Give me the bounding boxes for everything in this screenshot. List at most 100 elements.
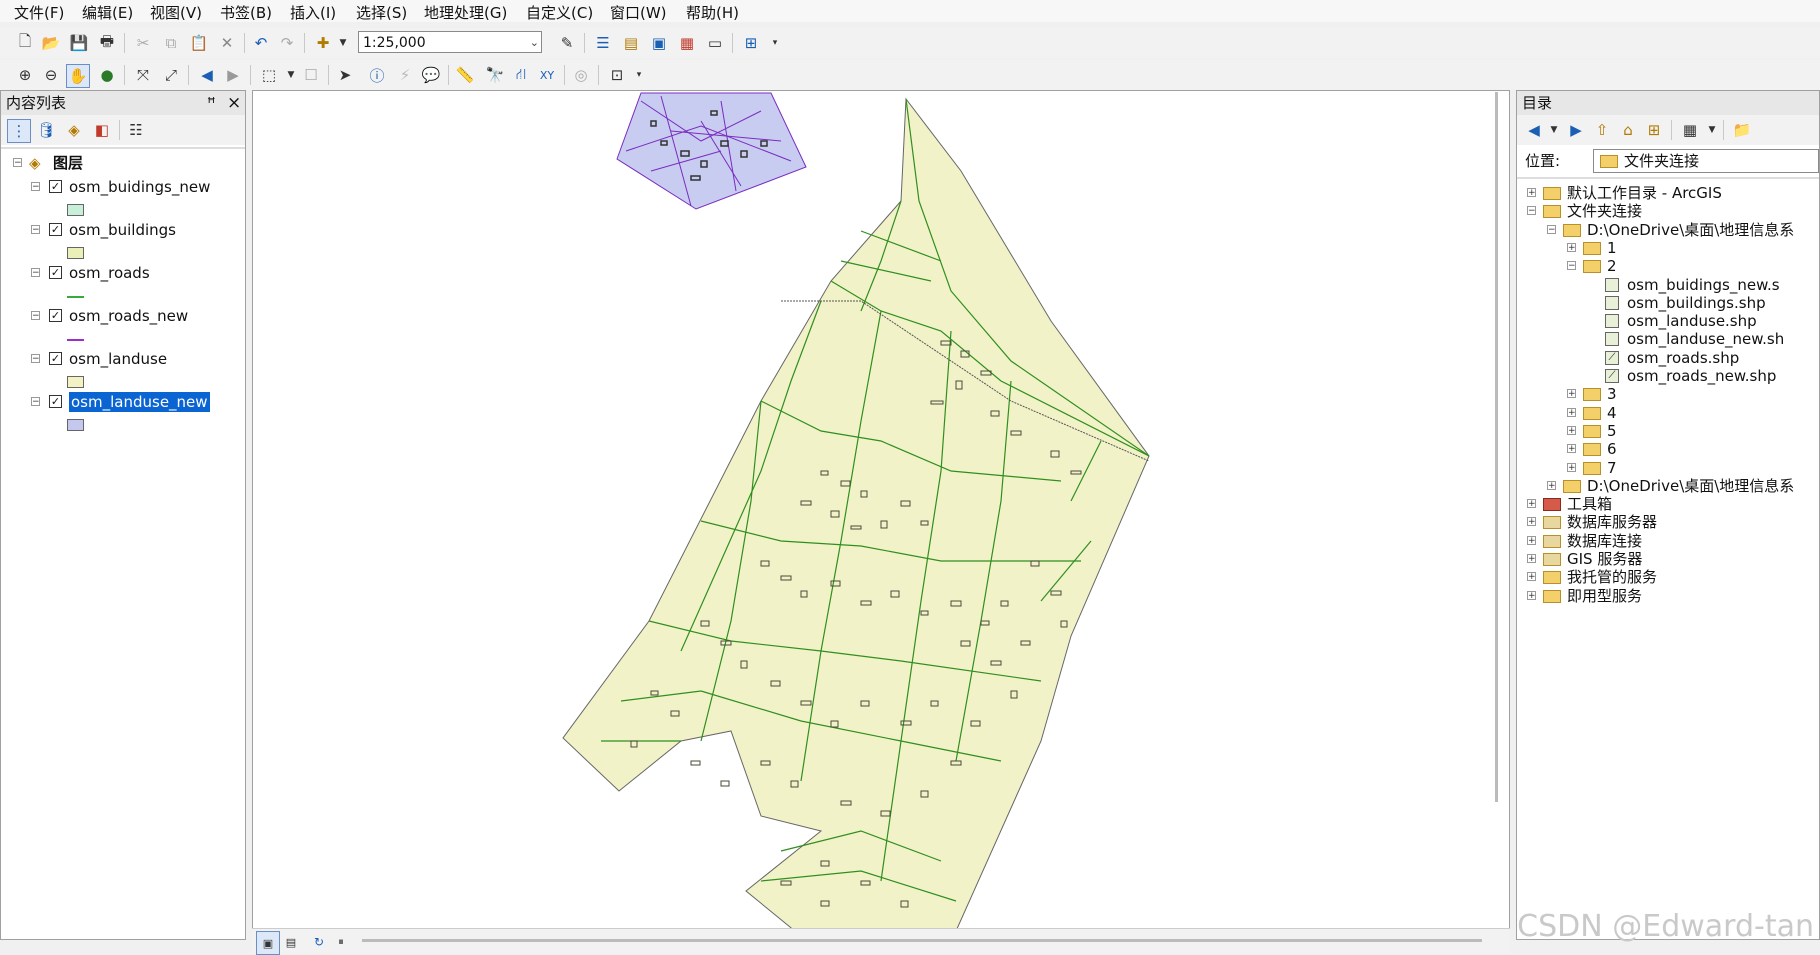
- collapse-icon[interactable]: −: [31, 182, 40, 192]
- layer-visibility-checkbox[interactable]: ✓: [49, 309, 62, 322]
- clear-selection-icon[interactable]: ☐: [300, 64, 322, 86]
- add-data-dropdown-icon[interactable]: ▼: [332, 32, 354, 54]
- expand-icon[interactable]: +: [1527, 517, 1536, 527]
- back-dropdown-icon[interactable]: ▼: [1543, 119, 1565, 141]
- list-by-drawing-order-icon[interactable]: ⋮: [7, 119, 31, 143]
- collapse-icon[interactable]: −: [31, 311, 40, 321]
- connect-folder-icon[interactable]: ⊞: [1643, 119, 1665, 141]
- expand-icon[interactable]: +: [1527, 188, 1536, 198]
- up-one-level-icon[interactable]: ⇧: [1591, 119, 1613, 141]
- select-features-icon[interactable]: ⬚: [258, 64, 280, 86]
- undo-icon[interactable]: ↶: [250, 32, 272, 54]
- save-icon[interactable]: 💾: [68, 32, 90, 54]
- layer-symbol[interactable]: [67, 419, 84, 431]
- layer-symbol[interactable]: [67, 247, 84, 259]
- layer-name[interactable]: osm_landuse: [69, 349, 167, 369]
- zoom-in-icon[interactable]: ⊕: [14, 64, 36, 86]
- expand-icon[interactable]: +: [1567, 389, 1576, 399]
- toolbar-overflow-icon[interactable]: ▾: [764, 32, 786, 54]
- layer-name[interactable]: osm_roads: [69, 263, 150, 283]
- list-by-visibility-icon[interactable]: ◈: [63, 119, 85, 141]
- expand-icon[interactable]: +: [1567, 444, 1576, 454]
- list-by-source-icon[interactable]: 🛢: [35, 119, 57, 141]
- measure-icon[interactable]: 📏: [454, 64, 476, 86]
- horizontal-scrollbar[interactable]: [362, 939, 1482, 942]
- time-slider-icon[interactable]: ◎: [570, 64, 592, 86]
- vertical-scrollbar[interactable]: [1495, 92, 1498, 802]
- location-field[interactable]: 文件夹连接: [1593, 149, 1819, 173]
- add-data-icon[interactable]: ✚: [312, 32, 334, 54]
- hyperlink-icon[interactable]: ⚡: [394, 64, 416, 86]
- select-elements-icon[interactable]: ➤: [334, 64, 356, 86]
- print-icon[interactable]: 🖶: [96, 32, 118, 54]
- fixed-zoom-out-icon[interactable]: ⤢: [160, 64, 182, 86]
- zoom-out-icon[interactable]: ⊖: [40, 64, 62, 86]
- collapse-icon[interactable]: −: [31, 268, 40, 278]
- modelbuilder-icon[interactable]: ⊞: [740, 32, 762, 54]
- find-icon[interactable]: 🔭: [484, 64, 506, 86]
- collapse-icon[interactable]: −: [31, 354, 40, 364]
- expand-icon[interactable]: +: [1567, 425, 1576, 435]
- copy-icon[interactable]: ⧉: [160, 32, 182, 54]
- pan-icon[interactable]: ✋: [66, 64, 90, 88]
- new-document-icon[interactable]: 🗋: [14, 32, 36, 54]
- collapse-icon[interactable]: −: [31, 225, 40, 235]
- select-dropdown-icon[interactable]: ▼: [280, 64, 302, 86]
- scale-combobox[interactable]: 1:25,000 ⌄: [358, 31, 542, 53]
- layer-visibility-checkbox[interactable]: ✓: [49, 352, 62, 365]
- layer-name[interactable]: osm_landuse_new: [69, 392, 210, 412]
- layer-symbol[interactable]: [67, 376, 84, 388]
- layer-name[interactable]: osm_buildings: [69, 220, 176, 240]
- layer-visibility-checkbox[interactable]: ✓: [49, 266, 62, 279]
- arctoolbox-icon[interactable]: ▦: [676, 32, 698, 54]
- list-by-selection-icon[interactable]: ◧: [91, 119, 113, 141]
- expand-icon[interactable]: +: [1527, 572, 1536, 582]
- layout-view-icon[interactable]: ▤: [280, 931, 302, 953]
- find-route-icon[interactable]: ⛙: [510, 64, 532, 86]
- menu-windows[interactable]: 窗口(W): [610, 2, 667, 23]
- collapse-icon[interactable]: −: [1547, 224, 1556, 234]
- python-window-icon[interactable]: ▭: [704, 32, 726, 54]
- pause-drawing-icon[interactable]: ⏸: [330, 931, 352, 953]
- refresh-icon[interactable]: ↻: [308, 931, 330, 953]
- layer-visibility-checkbox[interactable]: ✓: [49, 180, 62, 193]
- layer-name[interactable]: osm_buidings_new: [69, 177, 210, 197]
- expand-icon[interactable]: +: [1527, 535, 1536, 545]
- expand-icon[interactable]: +: [1527, 499, 1536, 509]
- options-icon[interactable]: ☷: [125, 119, 147, 141]
- expand-icon[interactable]: +: [1567, 242, 1576, 252]
- back-extent-icon[interactable]: ◀: [196, 64, 218, 86]
- close-icon[interactable]: ×: [227, 91, 241, 115]
- identify-icon[interactable]: ⓘ: [366, 64, 388, 86]
- open-icon[interactable]: 📂: [40, 32, 62, 54]
- views-icon[interactable]: ▦: [1679, 119, 1701, 141]
- menu-view[interactable]: 视图(V): [150, 2, 202, 23]
- pin-icon[interactable]: ꟸ: [207, 91, 216, 115]
- layer-symbol[interactable]: [67, 296, 84, 298]
- menu-edit[interactable]: 编辑(E): [82, 2, 133, 23]
- home-icon[interactable]: ⌂: [1617, 119, 1639, 141]
- menu-geoprocessing[interactable]: 地理处理(G): [424, 2, 507, 23]
- layer-symbol[interactable]: [67, 339, 84, 341]
- map-canvas[interactable]: [253, 91, 1509, 939]
- menu-file[interactable]: 文件(F): [14, 2, 64, 23]
- expand-icon[interactable]: +: [1547, 480, 1556, 490]
- layer-visibility-checkbox[interactable]: ✓: [49, 395, 62, 408]
- html-popup-icon[interactable]: 💬: [420, 64, 442, 86]
- layer-symbol[interactable]: [67, 204, 84, 216]
- collapse-icon[interactable]: −: [1567, 261, 1576, 271]
- expand-icon[interactable]: +: [1567, 462, 1576, 472]
- forward-extent-icon[interactable]: ▶: [222, 64, 244, 86]
- chevron-down-icon[interactable]: ⌄: [530, 32, 539, 54]
- cut-icon[interactable]: ✂: [132, 32, 154, 54]
- catalog-window-icon[interactable]: ▤: [620, 32, 642, 54]
- data-view-icon[interactable]: ▣: [256, 931, 280, 955]
- collapse-icon[interactable]: −: [1527, 206, 1536, 216]
- delete-icon[interactable]: ✕: [216, 32, 238, 54]
- redo-icon[interactable]: ↷: [276, 32, 298, 54]
- menu-bookmarks[interactable]: 书签(B): [220, 2, 272, 23]
- search-window-icon[interactable]: ▣: [648, 32, 670, 54]
- menu-insert[interactable]: 插入(I): [290, 2, 336, 23]
- forward-icon[interactable]: ▶: [1565, 119, 1587, 141]
- create-viewer-icon[interactable]: ⊡: [606, 64, 628, 86]
